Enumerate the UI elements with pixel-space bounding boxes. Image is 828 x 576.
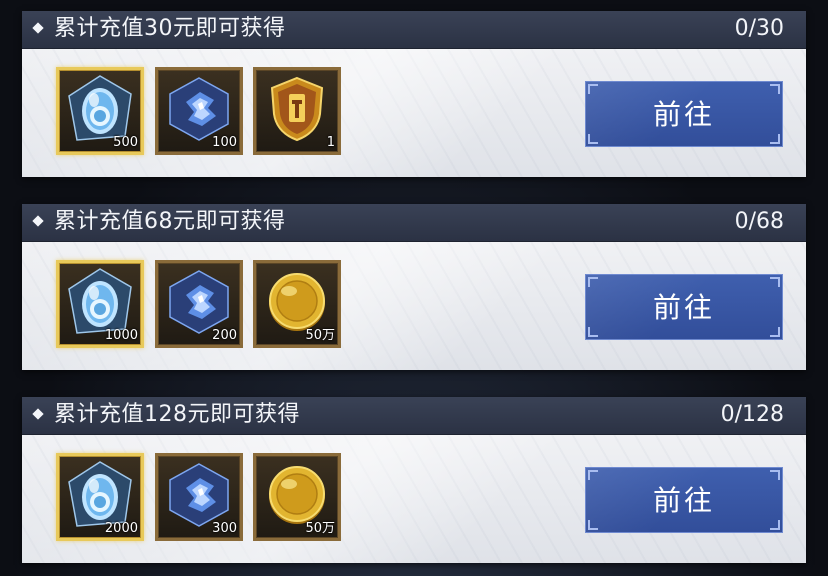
reward-slot[interactable]: 50万 — [253, 260, 341, 348]
reward-slot[interactable]: 50万 — [253, 453, 341, 541]
go-button[interactable]: 前往 — [585, 467, 783, 533]
reward-slot[interactable]: 2000 — [56, 453, 144, 541]
reward-slot[interactable]: 1 — [253, 67, 341, 155]
go-button[interactable]: 前往 — [585, 81, 783, 147]
button-corner — [588, 84, 598, 94]
crystal-egg-icon — [68, 268, 132, 334]
gold-coin-icon — [269, 273, 325, 331]
reward-count: 1 — [326, 135, 335, 150]
tier-body: 2000 300 50万 前往 — [22, 435, 806, 563]
button-corner — [770, 134, 780, 144]
crystal-egg-icon — [68, 461, 132, 527]
tier-title: 累计充值30元即可获得 — [54, 16, 286, 41]
blue-crystal-shard-icon — [169, 270, 229, 334]
reward-count: 200 — [212, 328, 237, 343]
recharge-tier-card: 累计充值30元即可获得 0/30 500 100 1 前往 — [22, 11, 806, 177]
button-corner — [588, 134, 598, 144]
go-button-label: 前往 — [652, 98, 715, 131]
tier-progress: 0/68 — [734, 209, 784, 234]
recharge-tier-card: 累计充值68元即可获得 0/68 1000 200 50万 前往 — [22, 204, 806, 370]
reward-slot[interactable]: 1000 — [56, 260, 144, 348]
reward-count: 50万 — [305, 521, 335, 536]
blue-crystal-shard-icon — [169, 463, 229, 527]
reward-count: 50万 — [305, 328, 335, 343]
reward-slot[interactable]: 300 — [155, 453, 243, 541]
reward-slot[interactable]: 500 — [56, 67, 144, 155]
crystal-egg-icon — [68, 75, 132, 141]
reward-count: 2000 — [104, 521, 138, 536]
tier-body: 1000 200 50万 前往 — [22, 242, 806, 370]
button-corner — [770, 520, 780, 530]
go-button-label: 前往 — [652, 291, 715, 324]
go-button-label: 前往 — [652, 484, 715, 517]
reward-count: 300 — [212, 521, 237, 536]
tier-header: 累计充值68元即可获得 0/68 — [22, 204, 806, 242]
button-corner — [588, 520, 598, 530]
button-corner — [770, 84, 780, 94]
reward-count: 1000 — [104, 328, 138, 343]
tier-body: 500 100 1 前往 — [22, 49, 806, 177]
tier-header: 累计充值30元即可获得 0/30 — [22, 11, 806, 49]
recharge-tier-card: 累计充值128元即可获得 0/128 2000 300 50万 前往 — [22, 397, 806, 563]
reward-count: 500 — [113, 135, 138, 150]
diamond-bullet-icon — [32, 408, 44, 420]
reward-count: 100 — [212, 135, 237, 150]
tier-progress: 0/128 — [720, 402, 784, 427]
tier-title: 累计充值68元即可获得 — [54, 209, 286, 234]
reward-slot[interactable]: 200 — [155, 260, 243, 348]
gold-coin-icon — [269, 466, 325, 524]
button-corner — [770, 277, 780, 287]
button-corner — [770, 470, 780, 480]
button-corner — [588, 327, 598, 337]
tier-title: 累计充值128元即可获得 — [54, 402, 300, 427]
go-button[interactable]: 前往 — [585, 274, 783, 340]
gold-shield-icon — [270, 76, 324, 142]
reward-slot[interactable]: 100 — [155, 67, 243, 155]
tier-progress: 0/30 — [734, 16, 784, 41]
diamond-bullet-icon — [32, 22, 44, 34]
blue-crystal-shard-icon — [169, 77, 229, 141]
button-corner — [588, 470, 598, 480]
tier-header: 累计充值128元即可获得 0/128 — [22, 397, 806, 435]
diamond-bullet-icon — [32, 215, 44, 227]
button-corner — [588, 277, 598, 287]
button-corner — [770, 327, 780, 337]
